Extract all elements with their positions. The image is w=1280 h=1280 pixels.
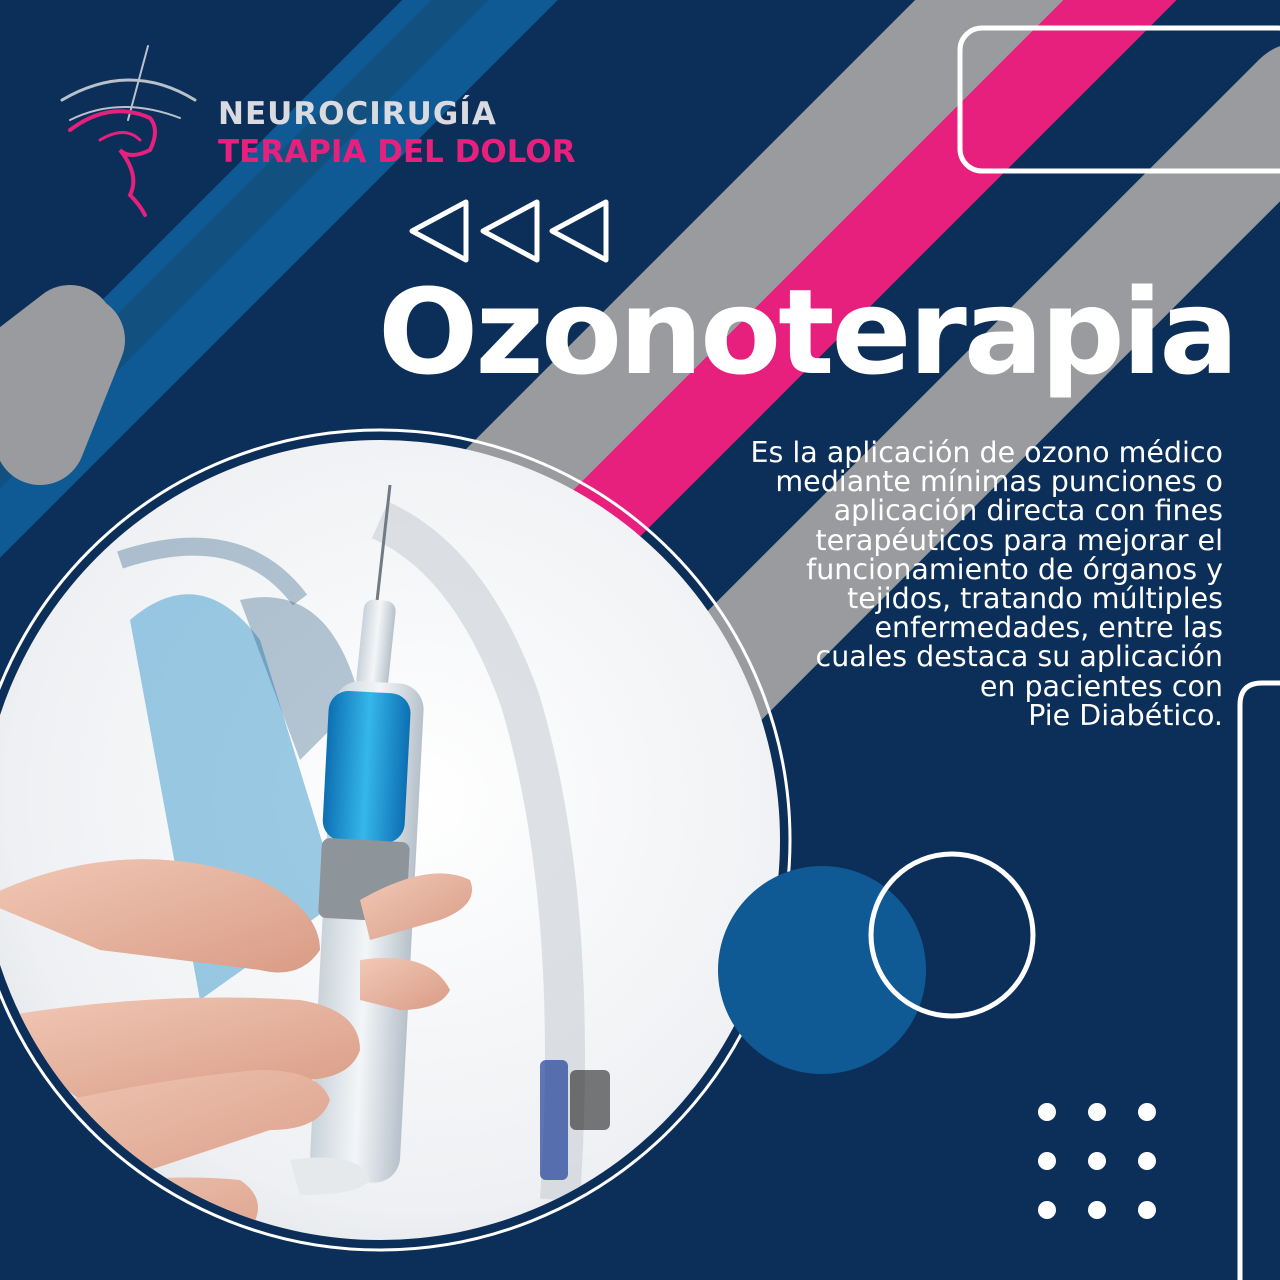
- brand-subtitle: TERAPIA DEL DOLOR: [218, 134, 576, 170]
- description-line: Pie Diabético.: [1028, 698, 1223, 732]
- description-line: Es la aplicación de ozono médico: [750, 436, 1223, 469]
- poster: NEUROCIRUGÍA TERAPIA DEL DOLOR Ozonotera…: [0, 0, 1280, 1280]
- decor-blue-circle: [718, 866, 926, 1074]
- description: Es la aplicación de ozono médico mediant…: [643, 438, 1223, 730]
- description-line: mediante mínimas punciones o: [775, 465, 1223, 499]
- description-line: tejidos, tratando múltiples: [847, 582, 1223, 616]
- description-line: aplicación directa con fines: [833, 494, 1223, 528]
- description-line: en pacientes con: [979, 669, 1223, 703]
- description-line: cuales destaca su aplicación: [815, 640, 1223, 674]
- description-line: terapéuticos para mejorar el: [815, 523, 1223, 557]
- brand-name: NEUROCIRUGÍA: [218, 96, 497, 132]
- description-line: enfermedades, entre las: [874, 611, 1223, 645]
- page-title: Ozonoterapia: [378, 263, 1239, 401]
- description-line: funcionamiento de órganos y: [806, 552, 1223, 586]
